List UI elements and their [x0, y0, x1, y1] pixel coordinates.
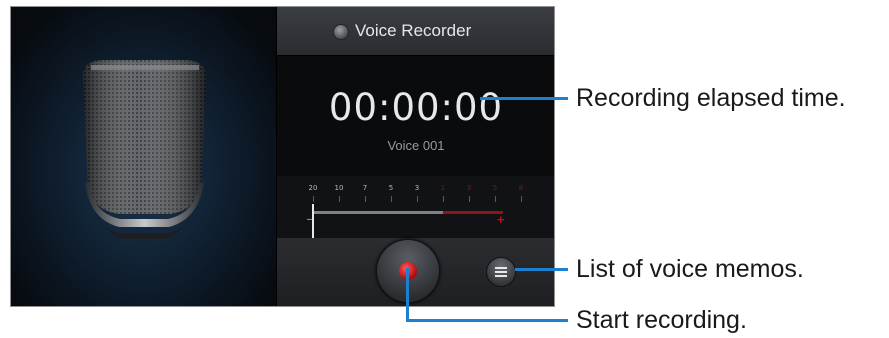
microphone-icon — [83, 60, 206, 239]
minus-icon: – — [307, 214, 313, 225]
meter-tick — [469, 196, 470, 202]
meter-scale-label: 3 — [466, 184, 472, 192]
title-bar: Voice Recorder — [277, 7, 554, 56]
meter-scale-label: 1 — [440, 184, 446, 192]
meter-scale-label: 5 — [492, 184, 498, 192]
meter-scale-label: 7 — [362, 184, 368, 192]
level-meter: 20 10 7 5 3 1 3 5 8 – + — [277, 176, 554, 238]
app-icon — [333, 24, 349, 40]
voice-memo-list-button[interactable] — [486, 257, 516, 287]
meter-tick — [495, 196, 496, 202]
voice-recorder-screen: Voice Recorder 00:00:00 Voice 001 20 10 … — [10, 6, 555, 307]
callout-start-recording: Start recording. — [576, 306, 747, 334]
timer-area: 00:00:00 Voice 001 — [277, 56, 554, 176]
callout-elapsed-time: Recording elapsed time. — [576, 84, 846, 112]
meter-scale-label: 10 — [334, 184, 344, 192]
callout-line-list — [515, 268, 568, 271]
meter-tick — [339, 196, 340, 202]
callout-voice-memo-list: List of voice memos. — [576, 255, 804, 283]
meter-tick — [417, 196, 418, 202]
meter-scale-label: 3 — [414, 184, 420, 192]
control-bar — [277, 238, 554, 306]
meter-normal-range — [313, 211, 443, 214]
meter-scale-label: 5 — [388, 184, 394, 192]
plus-icon: + — [497, 212, 505, 227]
elapsed-time: 00:00:00 — [328, 86, 504, 129]
callout-line-elapsed — [480, 97, 568, 100]
meter-tick — [521, 196, 522, 202]
list-icon — [495, 267, 507, 277]
meter-tick — [443, 196, 444, 202]
meter-scale-label: 20 — [308, 184, 318, 192]
callout-line-record-vertical — [406, 268, 409, 322]
recording-file-name: Voice 001 — [387, 138, 445, 153]
meter-scale-label: 8 — [518, 184, 524, 192]
microphone-pane — [11, 7, 276, 306]
app-title: Voice Recorder — [355, 21, 472, 40]
callout-line-record-horizontal — [406, 319, 568, 322]
meter-tick — [391, 196, 392, 202]
meter-tick — [313, 196, 314, 202]
meter-tick — [365, 196, 366, 202]
meter-peak-range — [443, 211, 503, 214]
recorder-panel: Voice Recorder 00:00:00 Voice 001 20 10 … — [276, 7, 554, 306]
